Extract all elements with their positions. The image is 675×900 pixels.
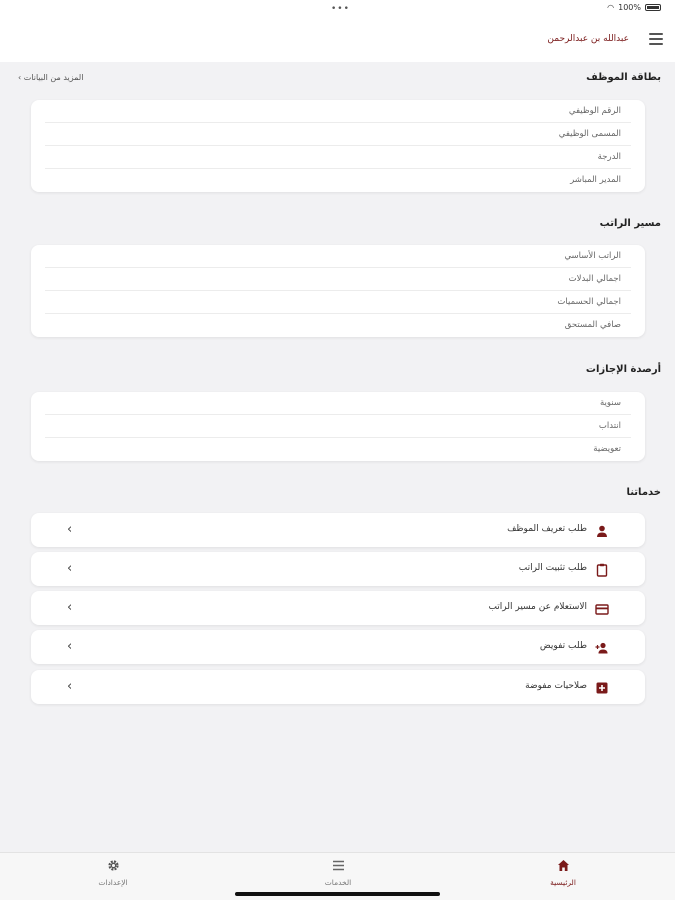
total-deductions-row: اجمالي الحسميات [45, 291, 631, 314]
status-bar: ••• ◠ 100% [0, 0, 675, 18]
employee-card: الرقم الوظيفي المسمى الوظيفي الدرجة المد… [31, 100, 645, 192]
chevron-left-icon: ‹ [67, 600, 73, 615]
delegation-leave-row: انتداب [45, 415, 631, 438]
tab-settings[interactable]: الإعدادات [73, 858, 153, 887]
gear-icon [73, 858, 153, 872]
employee-card-title: بطاقة الموظف [586, 72, 661, 83]
tab-label: الخدمات [324, 878, 352, 887]
service-employee-definition[interactable]: طلب تعريف الموظف ‹ [31, 513, 645, 547]
plus-box-icon [595, 680, 609, 694]
service-delegation-request[interactable]: طلب تفويض ‹ [31, 630, 645, 664]
job-title-row: المسمى الوظيفي [45, 123, 631, 146]
salary-title: مسير الراتب [599, 218, 661, 229]
employee-number-row: الرقم الوظيفي [45, 100, 631, 123]
more-data-link[interactable]: المزيد من البيانات › [18, 73, 83, 82]
tab-services[interactable]: الخدمات [298, 858, 378, 887]
service-salary-inquiry[interactable]: الاستعلام عن مسير الراتب ‹ [31, 591, 645, 625]
person-icon [595, 523, 609, 537]
card-icon [595, 601, 609, 615]
tab-home[interactable]: الرئيسية [523, 858, 603, 887]
service-label: طلب تفويض [539, 641, 587, 651]
tab-label: الإعدادات [98, 878, 128, 887]
user-name: عبدالله بن عبدالرحمن [547, 34, 629, 44]
service-label: طلب تثبيت الراتب [518, 563, 587, 573]
service-delegated-permissions[interactable]: صلاحيات مفوضة ‹ [31, 670, 645, 704]
service-label: طلب تعريف الموظف [507, 524, 587, 534]
service-salary-confirmation[interactable]: طلب تثبيت الراتب ‹ [31, 552, 645, 586]
annual-leave-row: سنوية [45, 392, 631, 415]
clipboard-icon [595, 562, 609, 577]
service-label: صلاحيات مفوضة [525, 681, 587, 691]
battery-icon [645, 4, 661, 11]
chevron-left-icon: ‹ [67, 561, 73, 576]
salary-card: الراتب الأساسي اجمالي البدلات اجمالي الح… [31, 245, 645, 337]
compensatory-leave-row: تعويضية [593, 444, 621, 454]
net-due-row: صافي المستحق [564, 320, 621, 330]
battery-percentage: 100% [618, 3, 641, 12]
list-icon [298, 858, 378, 872]
chevron-left-icon: ‹ [67, 639, 73, 654]
tab-label: الرئيسية [550, 878, 576, 887]
hamburger-icon[interactable] [649, 33, 663, 45]
multitasking-dots[interactable]: ••• [331, 4, 350, 14]
person-add-icon [595, 640, 609, 654]
basic-salary-row: الراتب الأساسي [45, 245, 631, 268]
top-navbar: عبدالله بن عبدالرحمن [0, 18, 675, 62]
total-allowances-row: اجمالي البدلات [45, 268, 631, 291]
leave-balances-card: سنوية انتداب تعويضية [31, 392, 645, 461]
direct-manager-row: المدير المباشر [570, 175, 621, 185]
grade-row: الدرجة [45, 146, 631, 169]
chevron-left-icon: ‹ [67, 522, 73, 537]
services-title: خدماتنا [626, 487, 661, 498]
status-right: ◠ 100% [607, 3, 661, 12]
chevron-left-icon: ‹ [67, 679, 73, 694]
wifi-icon: ◠ [607, 3, 615, 12]
leave-balances-title: أرصدة الإجازات [585, 364, 661, 375]
home-indicator[interactable] [235, 892, 440, 896]
service-label: الاستعلام عن مسير الراتب [488, 602, 587, 612]
home-icon [523, 858, 603, 872]
